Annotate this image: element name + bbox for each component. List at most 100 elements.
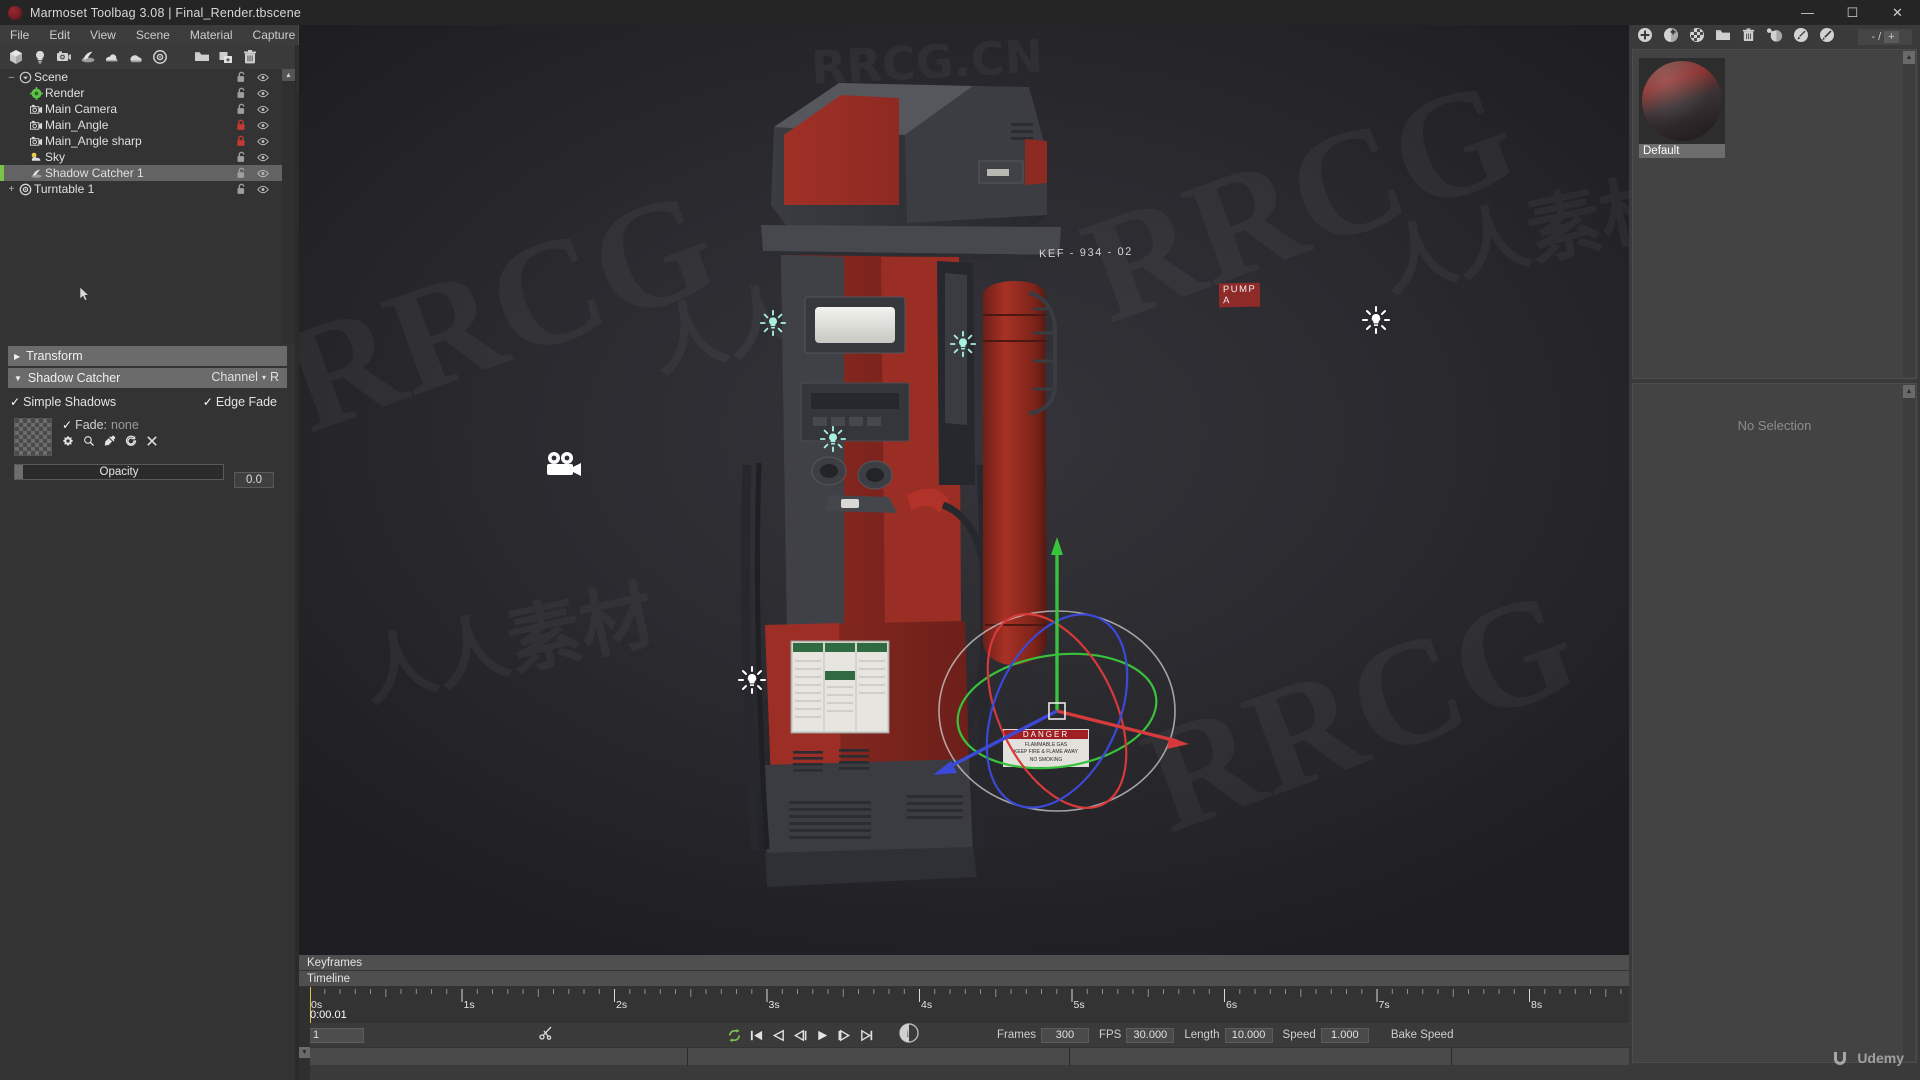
tree-expander[interactable]: + — [6, 184, 17, 195]
menu-capture[interactable]: Capture — [243, 26, 306, 44]
visibility-eye-icon[interactable] — [257, 119, 269, 131]
fade-texture-thumbnail[interactable] — [14, 418, 52, 456]
material-thumbnail[interactable] — [1639, 58, 1725, 144]
jump-start-button[interactable] — [745, 1024, 767, 1046]
scissors-icon[interactable] — [539, 1026, 555, 1045]
lock-icon[interactable] — [235, 135, 247, 147]
visibility-eye-icon[interactable] — [257, 167, 269, 179]
visibility-eye-icon[interactable] — [257, 183, 269, 195]
lock-icon[interactable] — [235, 87, 247, 99]
add-camera-icon[interactable] — [53, 46, 75, 68]
duplicate-icon[interactable] — [215, 46, 237, 68]
scroll-up-icon[interactable]: ▲ — [1903, 51, 1915, 64]
scroll-up-icon[interactable]: ▲ — [1903, 385, 1915, 398]
search-icon[interactable] — [83, 434, 95, 452]
material-item[interactable]: Default — [1639, 58, 1725, 158]
scene-tree-row[interactable]: Main_Angle sharp — [0, 133, 295, 149]
scene-tree[interactable]: – Scene Render Main Camera Main_Angle Main_An… — [0, 69, 295, 344]
lock-icon[interactable] — [235, 151, 247, 163]
simple-shadows-checkbox[interactable]: ✓ — [10, 395, 20, 409]
scroll-up-icon[interactable]: ▲ — [282, 69, 295, 81]
scene-tree-row[interactable]: + Turntable 1 — [0, 181, 295, 197]
material-zoom-control[interactable]: - / + — [1858, 29, 1912, 45]
copy-material-icon[interactable] — [1663, 27, 1679, 48]
frames-value[interactable]: 300 — [1040, 1027, 1089, 1043]
viewport-3d[interactable]: RRCG.CN RRCG RRCG RRCG 人人素材 人人素材 人人素材 — [299, 25, 1629, 955]
add-mesh-icon[interactable] — [5, 46, 27, 68]
menu-view[interactable]: View — [80, 26, 126, 44]
menu-material[interactable]: Material — [180, 26, 243, 44]
visibility-eye-icon[interactable] — [257, 103, 269, 115]
pick-material-icon[interactable] — [1819, 27, 1835, 48]
edge-fade-checkbox[interactable]: ✓ — [203, 395, 213, 409]
fps-value[interactable]: 30.000 — [1126, 1027, 1175, 1043]
fade-checkbox[interactable]: ✓ — [62, 418, 72, 432]
light-gizmo[interactable] — [1361, 305, 1390, 334]
assign-material-icon[interactable] — [1766, 27, 1783, 48]
scene-tree-row[interactable]: Main_Angle — [0, 117, 295, 133]
paint-material-icon[interactable] — [1793, 27, 1809, 48]
visibility-eye-icon[interactable] — [257, 87, 269, 99]
reload-icon[interactable] — [125, 434, 137, 452]
opacity-slider[interactable]: Opacity — [14, 464, 224, 480]
add-turntable-icon[interactable] — [149, 46, 171, 68]
delete-icon[interactable] — [1741, 27, 1756, 48]
open-folder-icon[interactable] — [191, 46, 213, 68]
lock-icon[interactable] — [235, 103, 247, 115]
maximize-button[interactable]: ☐ — [1830, 0, 1875, 25]
loop-button[interactable] — [723, 1024, 745, 1046]
lock-icon[interactable] — [235, 167, 247, 179]
visibility-eye-icon[interactable] — [257, 151, 269, 163]
light-gizmo[interactable] — [949, 330, 977, 358]
menu-file[interactable]: File — [0, 26, 39, 44]
step-forward-button[interactable] — [833, 1024, 855, 1046]
opacity-value[interactable]: 0.0 — [234, 472, 274, 488]
gear-icon[interactable] — [62, 434, 74, 452]
scroll-down-icon[interactable]: ▼ — [299, 1047, 310, 1058]
lock-icon[interactable] — [235, 183, 247, 195]
light-gizmo[interactable] — [819, 425, 847, 453]
timeline-scrollbar[interactable]: ▼ — [299, 987, 310, 1080]
checker-material-icon[interactable] — [1689, 27, 1705, 48]
zoom-out-button[interactable]: - — [1871, 31, 1875, 43]
add-shadow-catcher-icon[interactable] — [77, 46, 99, 68]
material-properties-scrollbar[interactable]: ▲ — [1903, 385, 1915, 1061]
visibility-eye-icon[interactable] — [257, 71, 269, 83]
scene-tree-row[interactable]: Shadow Catcher 1 — [0, 165, 295, 181]
frame-field[interactable]: 1 — [308, 1027, 364, 1043]
lock-icon[interactable] — [235, 119, 247, 131]
length-value[interactable]: 10.000 — [1224, 1027, 1273, 1043]
scene-tree-row[interactable]: Sky — [0, 149, 295, 165]
play-button[interactable] — [811, 1024, 833, 1046]
step-back-button[interactable] — [767, 1024, 789, 1046]
scene-tree-scrollbar[interactable]: ▲ — [282, 69, 295, 344]
minimize-button[interactable]: — — [1785, 0, 1830, 25]
play-reverse-button[interactable] — [789, 1024, 811, 1046]
jump-end-button[interactable] — [855, 1024, 877, 1046]
material-grid[interactable]: Default ▲ — [1632, 49, 1917, 379]
camera-gizmo[interactable] — [543, 449, 581, 476]
clear-icon[interactable] — [146, 434, 158, 452]
light-gizmo[interactable] — [759, 309, 787, 337]
add-sky-icon[interactable] — [101, 46, 123, 68]
material-grid-scrollbar[interactable]: ▲ — [1903, 51, 1915, 377]
transform-section-header[interactable]: ▶ Transform — [8, 346, 287, 366]
folder-icon[interactable] — [1715, 28, 1731, 47]
channel-selector[interactable]: Channel ▾ R — [211, 370, 279, 384]
add-material-icon[interactable] — [1637, 27, 1653, 48]
add-light-icon[interactable] — [29, 46, 51, 68]
tree-expander[interactable]: – — [6, 72, 17, 83]
scene-tree-row[interactable]: Main Camera — [0, 101, 295, 117]
speed-value[interactable]: 1.000 — [1320, 1027, 1369, 1043]
light-gizmo[interactable] — [737, 665, 766, 694]
zoom-in-button[interactable]: + — [1884, 31, 1899, 43]
scene-tree-row[interactable]: – Scene — [0, 69, 295, 85]
bake-speed-button[interactable]: Bake Speed — [1391, 1029, 1454, 1041]
delete-icon[interactable] — [239, 46, 261, 68]
visibility-eye-icon[interactable] — [257, 135, 269, 147]
add-fog-icon[interactable] — [125, 46, 147, 68]
menu-scene[interactable]: Scene — [126, 26, 180, 44]
eyedropper-icon[interactable] — [104, 434, 116, 452]
close-button[interactable]: ✕ — [1875, 0, 1920, 25]
lock-icon[interactable] — [235, 71, 247, 83]
